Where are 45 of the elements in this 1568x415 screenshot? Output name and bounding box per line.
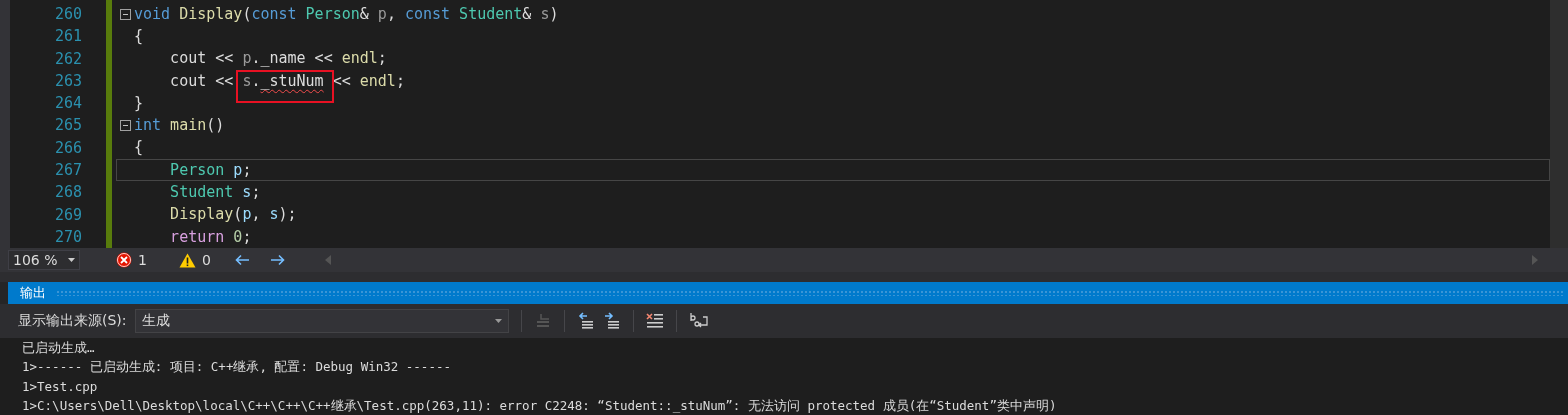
line-number: 268 <box>53 182 82 204</box>
code-line: cout << p._name << endl; <box>169 48 387 70</box>
output-line: 1>C:\Users\Dell\Desktop\local\C++\C++\C++继承\Test.cpp(263,11): error C2248: “Student::_stuNum”: 无法访问 protected 成员(在“Student”类中声明) <box>22 396 1058 415</box>
line-number: 260 <box>53 4 82 25</box>
collapse-icon[interactable] <box>120 120 131 132</box>
code-line: } <box>134 92 144 114</box>
word-wrap-icon[interactable] <box>688 312 709 330</box>
next-message-icon[interactable] <box>602 312 621 330</box>
clear-all-icon[interactable] <box>645 312 664 330</box>
line-number: 263 <box>53 70 82 92</box>
line-number: 266 <box>53 137 82 159</box>
line-number: 267 <box>53 160 82 182</box>
code-line: { <box>134 137 144 159</box>
line-number: 261 <box>53 26 82 48</box>
zoom-dropdown[interactable]: 106 % <box>8 250 80 270</box>
line-number: 269 <box>53 204 82 226</box>
error-count: 1 <box>138 252 147 268</box>
line-number: 270 <box>53 226 82 248</box>
collapse-icon[interactable] <box>120 8 131 20</box>
back-arrow-icon[interactable] <box>234 254 250 266</box>
line-number: 262 <box>53 48 82 70</box>
line-number: 264 <box>53 93 82 115</box>
forward-arrow-icon[interactable] <box>269 254 285 266</box>
code-line: return 0; <box>169 226 252 248</box>
code-line: int main() <box>134 115 225 137</box>
output-line: 1>Test.cpp <box>22 377 99 396</box>
output-line: 已启动生成… <box>22 339 96 357</box>
vertical-scrollbar[interactable] <box>1550 0 1568 248</box>
caret-icon <box>68 258 75 262</box>
error-icon[interactable] <box>116 252 132 268</box>
line-number: 265 <box>53 115 82 137</box>
code-line: cout << s._stuNum << endl; <box>134 70 405 92</box>
code-line: Student s; <box>169 182 261 204</box>
output-line: 1>------ 已启动生成: 项目: C++继承, 配置: Debug Win32 ------ <box>22 358 452 377</box>
code-line: void Display(const Person& p, const Student& s) <box>134 3 559 25</box>
panel-title: 输出 <box>20 284 46 302</box>
source-dropdown[interactable]: 生成 <box>134 309 509 333</box>
code-line: { <box>134 25 144 47</box>
code-line: Display(p, s); <box>169 204 297 226</box>
code-line: Person p; <box>169 159 252 181</box>
warning-icon[interactable] <box>178 252 196 268</box>
caret-icon <box>494 319 502 323</box>
warning-count: 0 <box>201 252 211 268</box>
previous-message-icon[interactable] <box>576 312 595 330</box>
source-label: 显示输出来源(S): <box>18 312 127 330</box>
